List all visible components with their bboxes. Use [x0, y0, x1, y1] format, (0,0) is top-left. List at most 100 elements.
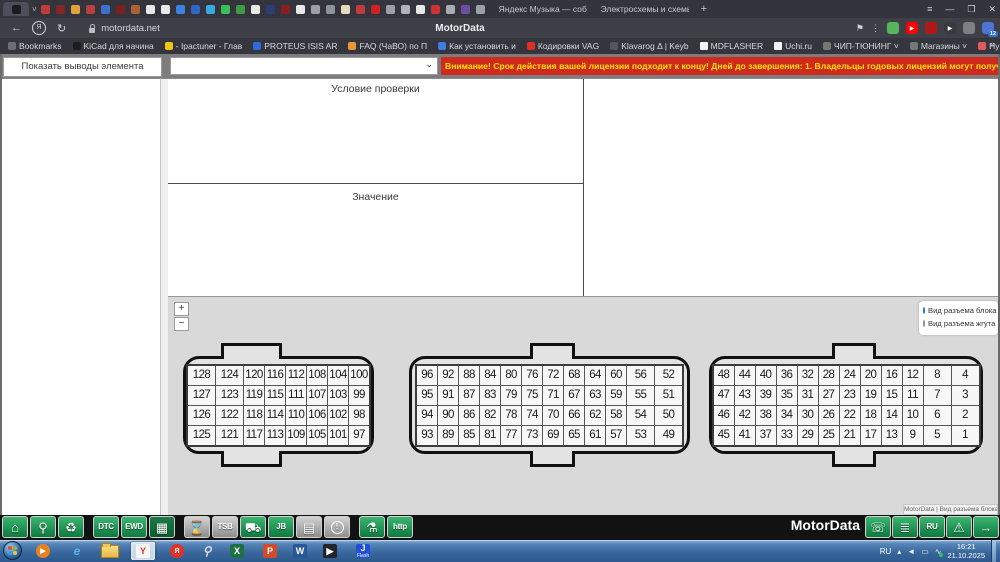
tab-schematics[interactable]: Электросхемы и схемы п: [597, 4, 689, 14]
pinned-tab-icon[interactable]: [56, 5, 65, 14]
pin-73[interactable]: 73: [522, 425, 543, 446]
pin-19[interactable]: 19: [860, 385, 881, 405]
pin-47[interactable]: 47: [713, 385, 735, 405]
radio-block-view[interactable]: Вид разъема блока: [923, 304, 994, 317]
pinned-tab-icon[interactable]: [416, 5, 425, 14]
pin-3[interactable]: 3: [951, 385, 980, 405]
pin-34[interactable]: 34: [776, 405, 797, 425]
pin-84[interactable]: 84: [480, 365, 501, 386]
pin-71[interactable]: 71: [543, 385, 564, 405]
pinned-tab-icon[interactable]: [401, 5, 410, 14]
pin-95[interactable]: 95: [416, 385, 438, 405]
pin-67[interactable]: 67: [564, 385, 585, 405]
truck-icon[interactable]: ⛟: [240, 516, 266, 538]
pin-61[interactable]: 61: [585, 425, 606, 446]
manual-icon[interactable]: ≣: [892, 516, 918, 538]
bookmark-item[interactable]: - Ipactuner - Глав: [165, 41, 243, 51]
lamp-app[interactable]: ⚲: [195, 542, 219, 560]
media-player-2-app[interactable]: ▶: [318, 542, 342, 560]
yandex-browser-app[interactable]: Y: [131, 542, 155, 560]
pinned-tab-icon[interactable]: [101, 5, 110, 14]
pin-43[interactable]: 43: [734, 385, 755, 405]
history-icon[interactable]: ⌛: [184, 516, 210, 538]
start-button[interactable]: [3, 541, 22, 560]
pin-27[interactable]: 27: [818, 385, 839, 405]
pinned-tab-icon[interactable]: [41, 5, 50, 14]
pinned-tab-icon[interactable]: [266, 5, 275, 14]
show-element-pins-button[interactable]: Показать выводы элемента: [3, 57, 162, 77]
pinned-tab-icon[interactable]: [236, 5, 245, 14]
pin-31[interactable]: 31: [797, 385, 818, 405]
bookmark-item[interactable]: Klavarog Δ | Keyb: [610, 41, 688, 51]
pin-12[interactable]: 12: [902, 365, 923, 386]
internet-explorer-app[interactable]: e: [65, 542, 89, 560]
pin-16[interactable]: 16: [881, 365, 902, 386]
pin-127[interactable]: 127: [187, 385, 216, 405]
pin-69[interactable]: 69: [543, 425, 564, 446]
pin-29[interactable]: 29: [797, 425, 818, 446]
element-select[interactable]: ⌄: [170, 57, 438, 75]
pin-118[interactable]: 118: [244, 405, 265, 425]
pin-123[interactable]: 123: [216, 385, 244, 405]
pin-46[interactable]: 46: [713, 405, 735, 425]
pin-72[interactable]: 72: [543, 365, 564, 386]
bookmark-item[interactable]: Магазины ˅: [910, 41, 967, 51]
pinned-tab-icon[interactable]: [431, 5, 440, 14]
pinned-tab-icon[interactable]: [191, 5, 200, 14]
close-icon[interactable]: ✕: [988, 4, 996, 15]
pin-96[interactable]: 96: [416, 365, 438, 386]
pinned-tab-icon[interactable]: [131, 5, 140, 14]
puzzle-extension-icon[interactable]: 12: [982, 22, 994, 34]
word-app[interactable]: W: [288, 542, 312, 560]
support-icon[interactable]: ☏: [865, 516, 891, 538]
pin-65[interactable]: 65: [564, 425, 585, 446]
pin-116[interactable]: 116: [265, 365, 286, 386]
pin-68[interactable]: 68: [564, 365, 585, 386]
recycle-logo-icon[interactable]: ♻: [58, 516, 84, 538]
file-explorer-app[interactable]: [98, 542, 122, 560]
pin-39[interactable]: 39: [755, 385, 776, 405]
pin-48[interactable]: 48: [713, 365, 735, 386]
pin-106[interactable]: 106: [307, 405, 328, 425]
active-pinned-tab[interactable]: [3, 2, 29, 16]
pinned-tab-icon[interactable]: [221, 5, 230, 14]
tray-language[interactable]: RU: [880, 547, 892, 556]
pin-9[interactable]: 9: [902, 425, 923, 446]
wifi-icon[interactable]: ∿: [935, 547, 942, 556]
radio-harness-view[interactable]: Вид разъема жгута: [923, 317, 994, 330]
pinned-tab-icon[interactable]: [206, 5, 215, 14]
chevron-down-icon[interactable]: ˅: [32, 5, 37, 14]
network-icon[interactable]: ▭: [921, 547, 929, 556]
pin-108[interactable]: 108: [307, 365, 328, 386]
pin-117[interactable]: 117: [244, 425, 265, 446]
pin-54[interactable]: 54: [627, 405, 655, 425]
pin-37[interactable]: 37: [755, 425, 776, 446]
pin-89[interactable]: 89: [438, 425, 459, 446]
pin-114[interactable]: 114: [265, 405, 286, 425]
pin-121[interactable]: 121: [216, 425, 244, 446]
pinned-tab-icon[interactable]: [116, 5, 125, 14]
pin-56[interactable]: 56: [627, 365, 655, 386]
adblock-icon[interactable]: [925, 22, 937, 34]
pin-126[interactable]: 126: [187, 405, 216, 425]
dashboard-icon[interactable]: ▦: [149, 516, 175, 538]
bookmark-item[interactable]: MDFLASHER: [700, 41, 763, 51]
pin-97[interactable]: 97: [349, 425, 371, 446]
pin-115[interactable]: 115: [265, 385, 286, 405]
extension-icon[interactable]: [887, 22, 899, 34]
powerpoint-app[interactable]: P: [258, 542, 282, 560]
pin-120[interactable]: 120: [244, 365, 265, 386]
pin-15[interactable]: 15: [881, 385, 902, 405]
pin-22[interactable]: 22: [839, 405, 860, 425]
pin-83[interactable]: 83: [480, 385, 501, 405]
pin-41[interactable]: 41: [734, 425, 755, 446]
pinned-tab-icon[interactable]: [86, 5, 95, 14]
pinned-tab-icon[interactable]: [311, 5, 320, 14]
pin-50[interactable]: 50: [655, 405, 684, 425]
pin-35[interactable]: 35: [776, 385, 797, 405]
home-icon[interactable]: ⌂: [2, 516, 28, 538]
pin-51[interactable]: 51: [655, 385, 684, 405]
pin-21[interactable]: 21: [839, 425, 860, 446]
excel-app[interactable]: X: [225, 542, 249, 560]
bookmark-item[interactable]: KiCad для начина: [73, 41, 154, 51]
